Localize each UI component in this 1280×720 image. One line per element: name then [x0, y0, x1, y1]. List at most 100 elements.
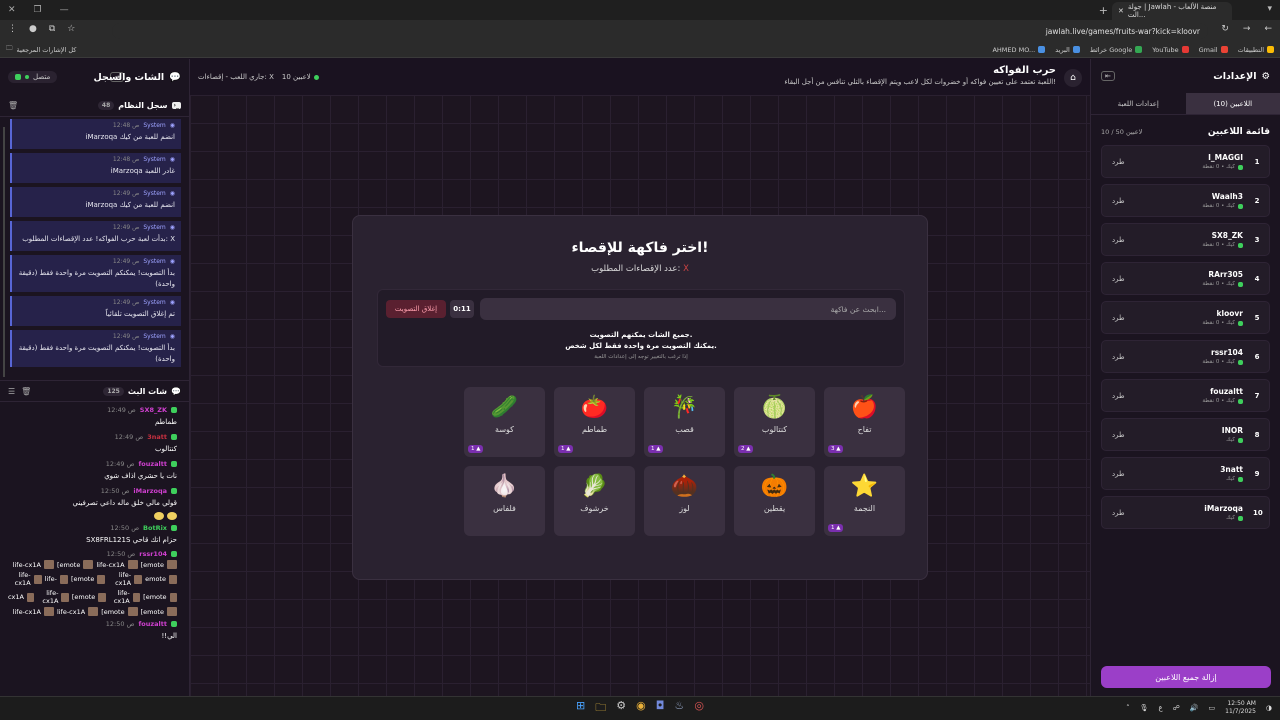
- player-number: 5: [1254, 313, 1260, 322]
- fruit-card[interactable]: 🥒 كوسة 1 ▲: [464, 387, 545, 457]
- player-meta: كيك • 0 نقطة: [1202, 359, 1235, 365]
- emote-icon: [132, 592, 141, 602]
- kick-player-button[interactable]: طرد: [1112, 509, 1125, 517]
- bookmark-5[interactable]: البريد: [1055, 46, 1080, 54]
- menu-icon[interactable]: ⋮: [8, 24, 17, 34]
- tab-players[interactable]: اللاعبين (10): [1185, 93, 1280, 114]
- bookmark-6[interactable]: AHMED MO...: [992, 46, 1046, 54]
- bookmark-3[interactable]: YouTube: [1152, 46, 1189, 54]
- mic-icon[interactable]: 🎙: [1140, 704, 1149, 712]
- player-row: طرد RArr305 كيك • 0 نقطة 4: [1101, 262, 1270, 295]
- fruit-card[interactable]: 🍅 طماطم 1 ▲: [554, 387, 635, 457]
- chrome-icon[interactable]: ◉: [636, 699, 646, 718]
- volume-icon[interactable]: 🔊: [1190, 704, 1199, 712]
- kick-player-button[interactable]: طرد: [1112, 197, 1125, 205]
- kick-player-button[interactable]: طرد: [1112, 431, 1125, 439]
- trash-icon[interactable]: 🗑: [8, 101, 18, 110]
- message-user[interactable]: SX8_ZK: [140, 406, 167, 414]
- notifications-icon[interactable]: ◑: [1266, 704, 1272, 712]
- windows-start-icon[interactable]: ⊞: [576, 699, 585, 718]
- battery-icon[interactable]: ▭: [1209, 704, 1216, 712]
- settings-app-icon[interactable]: ⚙: [616, 699, 626, 718]
- message-user[interactable]: iMarzoqa: [133, 487, 167, 495]
- emote-icon: [167, 607, 177, 617]
- profile-icon[interactable]: ●: [29, 24, 37, 34]
- browser-titlebar: ✕ ❐ — + ✕ جولة | Jawlah - منصة الألعاب ا…: [0, 0, 1280, 20]
- kick-player-button[interactable]: طرد: [1112, 392, 1125, 400]
- fruit-card[interactable]: 🎋 قصب 1 ▲: [644, 387, 725, 457]
- log-item: 12:48 ص System ◉ iMarzoqa انضم للعبة من كيك: [10, 119, 181, 149]
- filter-icon[interactable]: ☰: [8, 387, 15, 396]
- language-indicator[interactable]: ع: [1159, 704, 1163, 712]
- browser-tab[interactable]: ✕ جولة | Jawlah - منصة الألعاب الت...: [1112, 2, 1232, 20]
- discord-icon[interactable]: ◘: [656, 699, 665, 718]
- kick-player-button[interactable]: طرد: [1112, 353, 1125, 361]
- forward-icon[interactable]: →: [1243, 24, 1251, 34]
- fruit-card[interactable]: 🍈 كنتالوب 2 ▲: [734, 387, 815, 457]
- fruit-card[interactable]: 🎃 يقطين: [734, 466, 815, 536]
- message-user[interactable]: fouzaltt: [138, 460, 167, 468]
- close-tab-icon[interactable]: ✕: [1118, 7, 1124, 15]
- file-explorer-icon[interactable]: 🗀: [595, 699, 606, 718]
- kick-player-button[interactable]: طرد: [1112, 314, 1125, 322]
- bookmark-4[interactable]: خرائط Google: [1090, 46, 1143, 54]
- player-name: INOR: [1221, 426, 1243, 435]
- fruit-icon: ⭐: [850, 474, 879, 499]
- fruit-card[interactable]: ⭐ النجمة 1 ▲: [824, 466, 905, 536]
- kick-icon: [1238, 203, 1243, 209]
- reload-icon[interactable]: ↻: [1221, 24, 1229, 34]
- app-icon[interactable]: ◎: [694, 699, 704, 718]
- fruit-name: طماطم: [581, 425, 608, 434]
- fruit-card[interactable]: 🍎 تفاح 3 ▲: [824, 387, 905, 457]
- player-number: 9: [1254, 469, 1260, 478]
- kick-player-button[interactable]: طرد: [1112, 158, 1125, 166]
- minimize-icon[interactable]: —: [60, 5, 69, 15]
- system-tray: ˄ 🎙 ع ☍ 🔊 ▭ 12:50 AM 11/7/2025 ◑: [1126, 700, 1272, 716]
- fruit-search-input[interactable]: ابحث عن فاكهة...: [480, 298, 896, 320]
- url-field[interactable]: jawlah.live/games/fruits-war?kick=kloovr: [112, 23, 1208, 39]
- fruit-icon: 🧄: [490, 474, 519, 499]
- message-user[interactable]: rssr104: [139, 550, 167, 558]
- steam-icon[interactable]: ♨: [674, 699, 684, 718]
- emoji-icon: [167, 511, 177, 520]
- system-log-list[interactable]: 12:48 ص System ◉ iMarzoqa انضم للعبة من كيك…: [0, 117, 189, 380]
- message-user[interactable]: 3natt: [147, 433, 167, 441]
- tab-search-icon[interactable]: ▾: [1267, 4, 1272, 14]
- log-item: 12:49 ص System ◉ بدأ التصويت! يمكنكم التصوي…: [10, 255, 181, 292]
- tab-game-settings[interactable]: إعدادات اللعبة: [1091, 93, 1186, 114]
- back-icon[interactable]: ←: [1264, 24, 1272, 34]
- info-icon: ◉: [169, 333, 175, 340]
- fruit-icon: 🥬: [580, 474, 609, 499]
- player-meta: كيك • 0 نقطة: [1202, 242, 1235, 248]
- bookmark-star-icon[interactable]: ☆: [67, 24, 75, 34]
- message-user[interactable]: fouzaltt: [138, 620, 167, 628]
- kick-player-button[interactable]: طرد: [1112, 470, 1125, 478]
- player-row: طرد Waalh3 كيك • 0 نقطة 2: [1101, 184, 1270, 217]
- bookmark-2[interactable]: Gmail: [1199, 46, 1228, 54]
- kick-player-button[interactable]: طرد: [1112, 275, 1125, 283]
- live-chat-list[interactable]: 12:49 ص SX8_ZK طماطم 12:49 ص 3natt كنتالوب 12:…: [0, 402, 189, 687]
- message-text: طماطم: [155, 418, 177, 426]
- collapse-panel-icon[interactable]: ⇤: [1101, 71, 1115, 81]
- bookmark-1[interactable]: التطبيقات: [1238, 46, 1274, 54]
- remove-all-players-button[interactable]: إزالة جميع اللاعبين: [1101, 666, 1271, 688]
- fruit-card[interactable]: 🌰 لوز: [644, 466, 725, 536]
- chevron-up-icon[interactable]: ˄: [1126, 704, 1130, 712]
- trash-icon[interactable]: 🗑: [21, 387, 31, 396]
- player-number: 8: [1254, 430, 1260, 439]
- clock[interactable]: 12:50 AM 11/7/2025: [1225, 700, 1256, 716]
- extensions-icon[interactable]: ⧉: [49, 24, 55, 34]
- fruit-card[interactable]: 🥬 خرشوف: [554, 466, 635, 536]
- maximize-icon[interactable]: ❐: [34, 5, 42, 15]
- close-vote-button[interactable]: إغلاق التصويت: [386, 300, 446, 318]
- message-user[interactable]: BotRix: [143, 524, 167, 532]
- fruit-card[interactable]: 🧄 فلفاس: [464, 466, 545, 536]
- wifi-icon[interactable]: ☍: [1173, 704, 1180, 712]
- new-tab-button[interactable]: +: [1099, 4, 1108, 17]
- fruit-name: تفاح: [857, 425, 872, 434]
- emote-text: life-cx1A: [113, 589, 130, 606]
- kick-player-button[interactable]: طرد: [1112, 236, 1125, 244]
- all-bookmarks[interactable]: كل الإشارات المرجعية: [17, 46, 77, 54]
- home-button[interactable]: ⌂: [1064, 69, 1082, 87]
- close-window-icon[interactable]: ✕: [8, 5, 16, 15]
